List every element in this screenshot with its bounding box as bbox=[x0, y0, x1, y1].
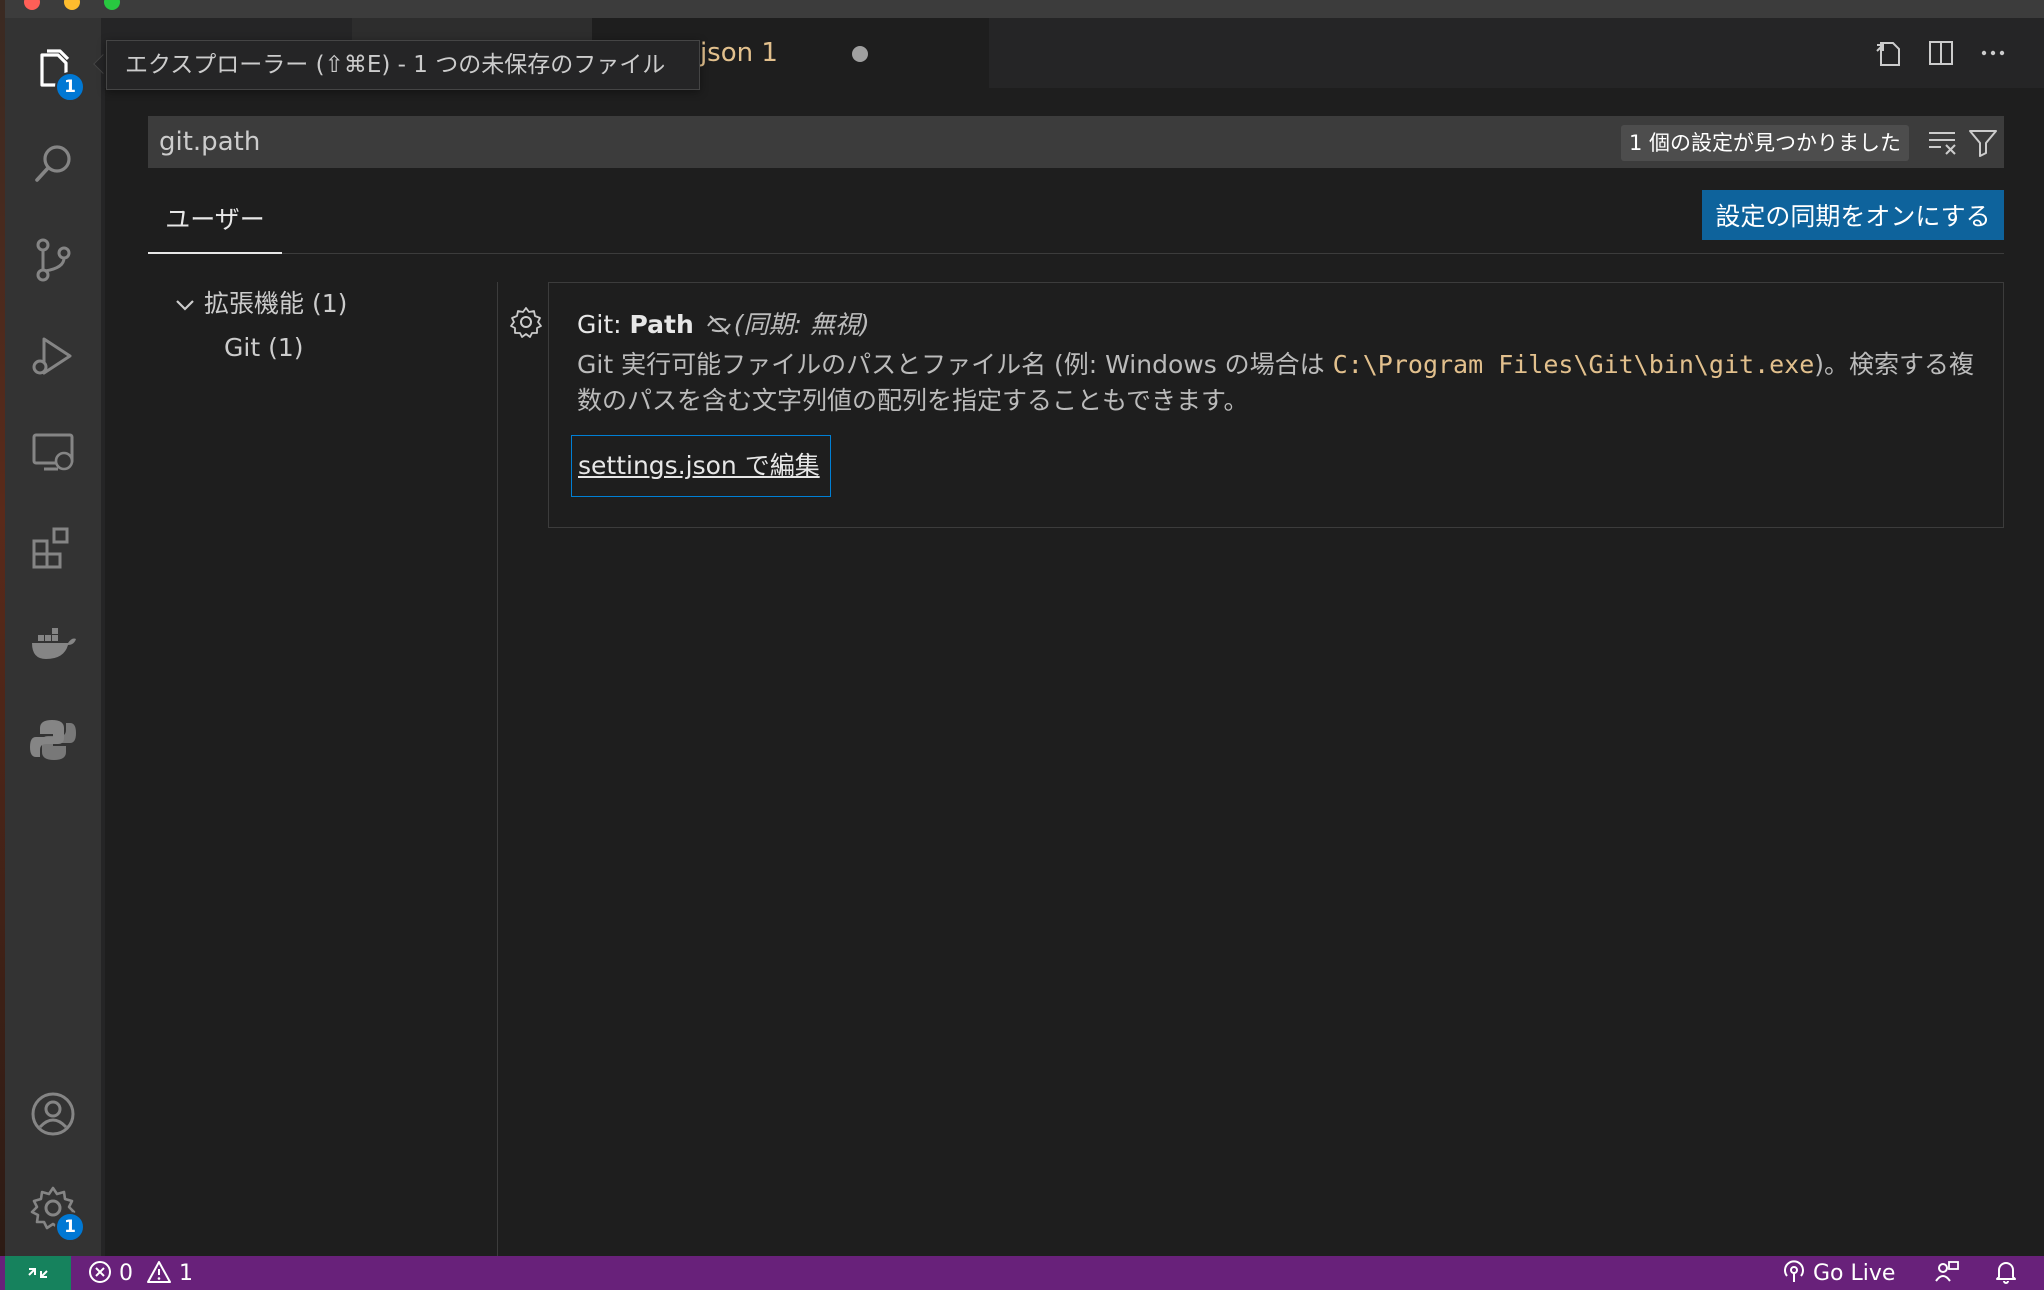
filter-settings-button[interactable] bbox=[1967, 127, 1999, 159]
minimize-window-button[interactable] bbox=[64, 0, 80, 10]
open-settings-json-button[interactable] bbox=[1864, 18, 1914, 88]
error-count: 0 bbox=[119, 1261, 133, 1286]
description-code: C:\Program Files\Git\bin\git.exe bbox=[1332, 350, 1815, 379]
open-file-icon bbox=[1876, 42, 1900, 66]
remote-icon bbox=[28, 1268, 48, 1278]
warning-count: 1 bbox=[179, 1261, 193, 1286]
search-result-count: 1 個の設定が見つかりました bbox=[1621, 125, 1910, 161]
editor-actions bbox=[1864, 18, 2044, 88]
setting-name: Path bbox=[629, 310, 694, 339]
account-button[interactable] bbox=[5, 1066, 101, 1162]
remote-explorer-button[interactable] bbox=[5, 404, 101, 500]
setting-options-button[interactable] bbox=[508, 304, 544, 340]
gear-icon bbox=[510, 307, 542, 338]
more-actions-button[interactable] bbox=[1968, 18, 2018, 88]
chevron-down-icon bbox=[174, 282, 204, 326]
source-control-button[interactable] bbox=[5, 212, 101, 308]
feedback-button[interactable] bbox=[1934, 1256, 1960, 1290]
clear-search-button[interactable] bbox=[1925, 127, 1961, 157]
toc-group-extensions[interactable]: 拡張機能 (1) bbox=[174, 282, 347, 326]
split-editor-icon bbox=[1929, 41, 1953, 65]
settings-search-input[interactable] bbox=[159, 117, 1609, 167]
status-bar: 0 1 Go Live bbox=[0, 1256, 2044, 1290]
sync-ignored-note: (同期: 無視) bbox=[704, 310, 870, 339]
broadcast-icon bbox=[1784, 1260, 1804, 1282]
go-live-label: Go Live bbox=[1813, 1261, 1896, 1286]
clear-filter-icon bbox=[1929, 132, 1956, 155]
filter-icon bbox=[1969, 130, 1997, 157]
run-debug-button[interactable] bbox=[5, 308, 101, 404]
zoom-window-button[interactable] bbox=[104, 0, 120, 10]
docker-button[interactable] bbox=[5, 596, 101, 692]
docker-icon bbox=[32, 628, 76, 659]
remote-explorer-icon bbox=[32, 433, 74, 471]
description-text-1: Git 実行可能ファイルのパスとファイル名 (例: Windows の場合は bbox=[577, 350, 1333, 379]
title-bar bbox=[0, 0, 2044, 18]
account-icon bbox=[31, 1092, 75, 1136]
settings-toc: 拡張機能 (1) Git (1) bbox=[148, 282, 498, 1256]
edit-in-settings-json-link[interactable]: settings.json で編集 bbox=[571, 435, 831, 497]
setting-description: Git 実行可能ファイルのパスとファイル名 (例: Windows の場合は C… bbox=[577, 347, 1977, 419]
activity-bar: 1 1 bbox=[5, 18, 101, 1256]
tab-user-settings[interactable]: ユーザー bbox=[148, 190, 282, 254]
remote-indicator-button[interactable] bbox=[5, 1256, 71, 1290]
explorer-badge: 1 bbox=[55, 72, 85, 102]
bell-icon bbox=[1996, 1262, 2016, 1284]
warning-icon bbox=[147, 1261, 171, 1283]
source-control-icon bbox=[36, 238, 71, 282]
unsaved-dot-icon[interactable] bbox=[852, 46, 868, 62]
extensions-button[interactable] bbox=[5, 500, 101, 596]
explorer-button[interactable]: 1 bbox=[5, 20, 101, 116]
toc-item-git[interactable]: Git (1) bbox=[224, 326, 303, 370]
close-window-button[interactable] bbox=[24, 0, 40, 10]
turn-on-settings-sync-button[interactable]: 設定の同期をオンにする bbox=[1702, 190, 2004, 240]
go-live-button[interactable]: Go Live bbox=[1782, 1256, 1895, 1290]
manage-badge: 1 bbox=[55, 1212, 85, 1242]
python-icon bbox=[30, 720, 76, 760]
manage-button[interactable]: 1 bbox=[5, 1160, 101, 1256]
sidebar-edge bbox=[101, 18, 105, 1256]
setting-item-git-path: Git: Path (同期: 無視) Git 実行可能ファイルのパスとファイル名 … bbox=[548, 282, 2004, 528]
feedback-person-icon bbox=[1935, 1261, 1959, 1282]
error-icon bbox=[89, 1261, 111, 1283]
vscode-window: 1 1 1 エクスプローラー (⇧⌘E) - 1 つの未保存のファイル git.… bbox=[0, 0, 2044, 1290]
search-button[interactable] bbox=[5, 116, 101, 212]
search-icon bbox=[35, 145, 71, 182]
explorer-tooltip: エクスプローラー (⇧⌘E) - 1 つの未保存のファイル bbox=[106, 40, 700, 90]
setting-category: Git: bbox=[577, 310, 630, 339]
sync-note-text: (同期: 無視) bbox=[733, 310, 870, 339]
python-button[interactable] bbox=[5, 692, 101, 788]
sync-ignored-icon bbox=[706, 315, 731, 335]
more-icon bbox=[1981, 50, 2005, 56]
toc-group-label: 拡張機能 (1) bbox=[204, 289, 348, 318]
run-debug-icon bbox=[32, 337, 72, 375]
setting-title: Git: Path (同期: 無視) bbox=[577, 305, 870, 345]
extensions-icon bbox=[32, 527, 69, 569]
settings-search-box: 1 個の設定が見つかりました bbox=[148, 116, 2004, 168]
problems-button[interactable]: 0 1 bbox=[88, 1256, 193, 1290]
notifications-button[interactable] bbox=[1994, 1256, 2018, 1290]
split-editor-button[interactable] bbox=[1916, 18, 1966, 88]
